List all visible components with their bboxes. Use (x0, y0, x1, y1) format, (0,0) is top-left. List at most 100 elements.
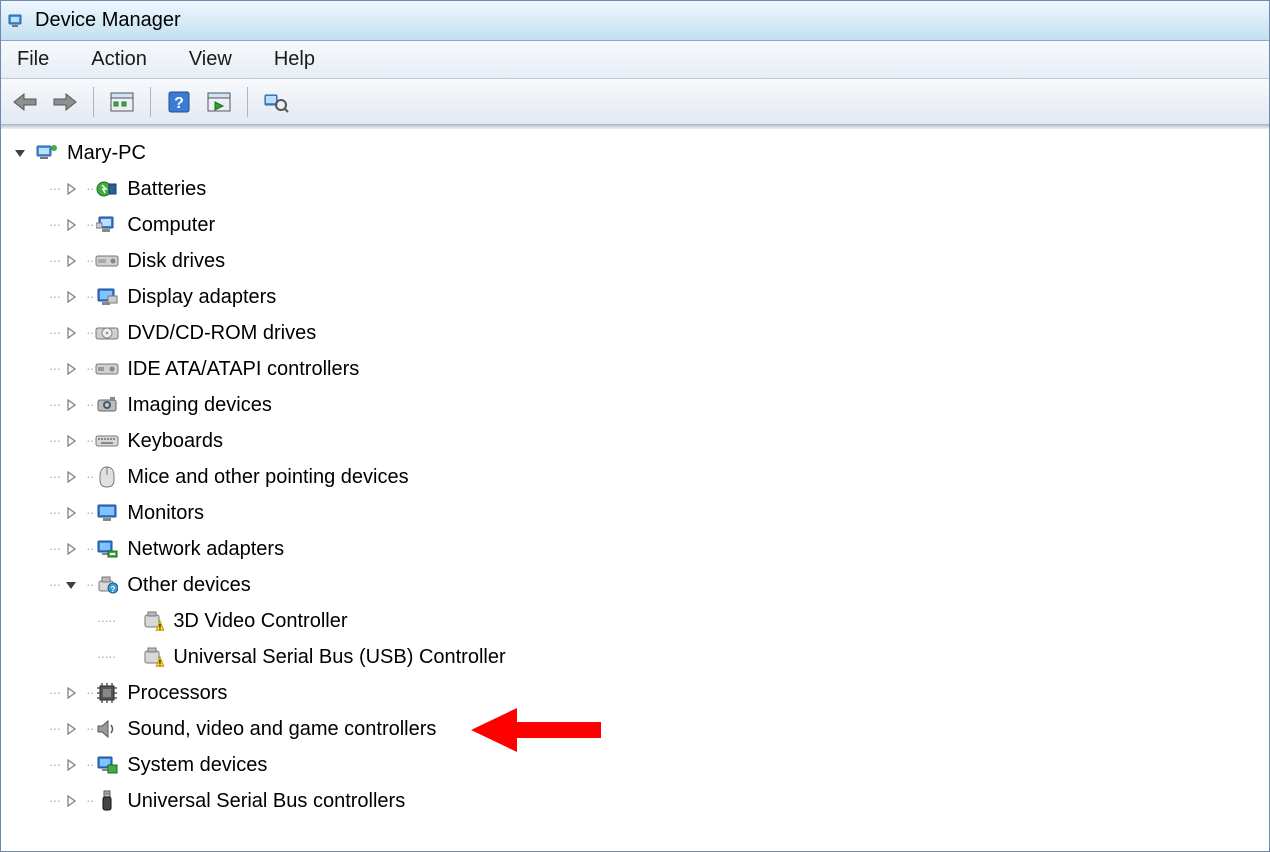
tree-node-label[interactable]: Processors (127, 682, 227, 704)
tree-node-label[interactable]: Monitors (127, 502, 204, 524)
tree-node[interactable]: ·····Disk drives (7, 243, 1269, 279)
tree-node[interactable]: ·····Mice and other pointing devices (7, 459, 1269, 495)
app-icon (7, 11, 27, 31)
tree-node[interactable]: ·····Keyboards (7, 423, 1269, 459)
nav-forward-button[interactable] (47, 84, 83, 120)
tree-node[interactable]: ·····Universal Serial Bus controllers (7, 783, 1269, 819)
tree-node[interactable]: ·····Batteries (7, 171, 1269, 207)
mouse-icon (95, 465, 119, 489)
tree-node[interactable]: ·····Monitors (7, 495, 1269, 531)
expand-icon[interactable] (62, 396, 80, 414)
menu-view[interactable]: View (183, 46, 238, 73)
expand-icon[interactable] (62, 792, 80, 810)
network-adapter-icon (95, 537, 119, 561)
scan-hardware-icon (263, 91, 289, 113)
nav-back-button[interactable] (7, 84, 43, 120)
tree-root-node[interactable]: Mary-PC (7, 135, 1269, 171)
expand-icon[interactable] (62, 756, 80, 774)
toolbar-separator (150, 87, 151, 117)
help-button[interactable]: ? (161, 84, 197, 120)
tree-node-label[interactable]: Batteries (127, 178, 206, 200)
collapse-icon[interactable] (11, 144, 29, 162)
collapse-icon[interactable] (62, 576, 80, 594)
tree-child-node[interactable]: ·····!3D Video Controller (7, 603, 1269, 639)
expand-icon[interactable] (62, 288, 80, 306)
tree-node[interactable]: ·····Imaging devices (7, 387, 1269, 423)
device-manager-window: Device Manager File Action View Help (0, 0, 1270, 852)
computer-node-icon (95, 213, 119, 237)
expand-icon[interactable] (62, 504, 80, 522)
tree-node-label[interactable]: IDE ATA/ATAPI controllers (127, 358, 359, 380)
tree-node-label[interactable]: Network adapters (127, 538, 284, 560)
window-title: Device Manager (35, 9, 181, 32)
expand-icon[interactable] (62, 324, 80, 342)
tree-node[interactable]: ·····Network adapters (7, 531, 1269, 567)
menu-help[interactable]: Help (268, 46, 321, 73)
warning-device-icon: ! (141, 609, 165, 633)
expand-icon[interactable] (62, 540, 80, 558)
tree-node[interactable]: ·····Processors (7, 675, 1269, 711)
dvd-drive-icon (95, 321, 119, 345)
tree-root-label[interactable]: Mary-PC (67, 142, 146, 164)
usb-controller-icon (95, 789, 119, 813)
expand-icon[interactable] (62, 720, 80, 738)
action-pane-button[interactable] (201, 84, 237, 120)
system-device-icon (95, 753, 119, 777)
other-devices-icon: ? (95, 573, 119, 597)
tree-node[interactable]: ·····Computer (7, 207, 1269, 243)
tree-node[interactable]: ·····System devices (7, 747, 1269, 783)
toolbar: ? (1, 79, 1269, 125)
scan-hardware-button[interactable] (258, 84, 294, 120)
menu-file[interactable]: File (11, 46, 55, 73)
tree-node[interactable]: ·····Display adapters (7, 279, 1269, 315)
tree-node[interactable]: ·····Sound, video and game controllers (7, 711, 1269, 747)
ide-controller-icon (95, 357, 119, 381)
expand-icon[interactable] (62, 180, 80, 198)
processor-icon (95, 681, 119, 705)
keyboard-icon (95, 429, 119, 453)
device-tree: Mary-PC ·····Batteries·····Computer·····… (1, 129, 1269, 819)
tree-node[interactable]: ·····?Other devices (7, 567, 1269, 603)
expand-icon[interactable] (62, 432, 80, 450)
display-adapter-icon (95, 285, 119, 309)
tree-node-label[interactable]: Sound, video and game controllers (127, 718, 436, 740)
tree-node-label[interactable]: Computer (127, 214, 215, 236)
console-tree-icon (110, 92, 134, 112)
action-pane-icon (207, 92, 231, 112)
tree-child-node[interactable]: ·····!Universal Serial Bus (USB) Control… (7, 639, 1269, 675)
menu-action[interactable]: Action (85, 46, 153, 73)
device-tree-area[interactable]: Mary-PC ·····Batteries·····Computer·····… (1, 129, 1269, 851)
arrow-left-icon (12, 92, 38, 112)
tree-node-label[interactable]: Other devices (127, 574, 250, 596)
tree-node-label[interactable]: System devices (127, 754, 267, 776)
toolbar-separator (93, 87, 94, 117)
expand-icon[interactable] (62, 360, 80, 378)
svg-text:?: ? (111, 585, 116, 594)
expand-icon[interactable] (62, 468, 80, 486)
expand-icon[interactable] (62, 252, 80, 270)
tree-node-label[interactable]: Imaging devices (127, 394, 272, 416)
title-bar[interactable]: Device Manager (1, 1, 1269, 41)
show-hide-console-button[interactable] (104, 84, 140, 120)
menu-bar: File Action View Help (1, 41, 1269, 79)
disk-drive-icon (95, 249, 119, 273)
battery-icon (95, 177, 119, 201)
tree-node-label[interactable]: Universal Serial Bus controllers (127, 790, 405, 812)
tree-child-label[interactable]: Universal Serial Bus (USB) Controller (173, 646, 505, 668)
expand-icon[interactable] (62, 684, 80, 702)
tree-child-label[interactable]: 3D Video Controller (173, 610, 347, 632)
help-icon: ? (167, 90, 191, 114)
svg-text:!: ! (159, 659, 162, 667)
svg-text:!: ! (159, 623, 162, 631)
tree-node-label[interactable]: Display adapters (127, 286, 276, 308)
toolbar-separator (247, 87, 248, 117)
imaging-device-icon (95, 393, 119, 417)
tree-node-label[interactable]: Disk drives (127, 250, 225, 272)
tree-node[interactable]: ·····DVD/CD-ROM drives (7, 315, 1269, 351)
tree-node-label[interactable]: DVD/CD-ROM drives (127, 322, 316, 344)
monitor-icon (95, 501, 119, 525)
tree-node[interactable]: ·····IDE ATA/ATAPI controllers (7, 351, 1269, 387)
tree-node-label[interactable]: Mice and other pointing devices (127, 466, 408, 488)
expand-icon[interactable] (62, 216, 80, 234)
tree-node-label[interactable]: Keyboards (127, 430, 223, 452)
